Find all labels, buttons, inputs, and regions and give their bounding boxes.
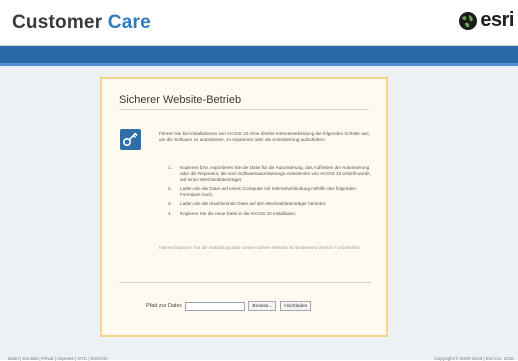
panel-title: Sicherer Website-Betrieb	[119, 94, 242, 106]
form-divider	[119, 282, 371, 283]
file-path-input[interactable]	[185, 301, 246, 311]
footer-copyright: Copyright © ESRI 2010 | Esri Inc. 2010	[434, 356, 514, 361]
brand-word-care: Care	[107, 12, 151, 33]
step-item: 3. Laden Sie die resultierende Datei auf…	[168, 201, 373, 207]
globe-icon	[459, 11, 478, 30]
brand-word-customer: Customer	[12, 12, 103, 33]
step-number: 2.	[168, 186, 172, 192]
step-number: 3.	[168, 201, 172, 207]
step-item: 2. Laden Sie die Datei auf einem Compute…	[168, 186, 373, 198]
file-path-label: Pfad zur Datei:	[146, 303, 183, 309]
step-number: 1.	[168, 165, 172, 170]
brand-title[interactable]: Customer Care	[12, 12, 151, 34]
step-item: 1. Kopieren bzw. exportieren Sie die Dat…	[168, 165, 373, 183]
secure-site-panel: Sicherer Website-Betrieb Führen Sie bei …	[100, 77, 388, 337]
esri-logo[interactable]: esri	[458, 9, 514, 32]
intro-text: Führen Sie bei Installationen von ArcGIS…	[159, 131, 370, 143]
upload-form: Pfad zur Datei: Browse... Hochladen	[146, 300, 315, 312]
browse-button[interactable]: Browse...	[248, 301, 277, 311]
page-body: Sicherer Website-Betrieb Führen Sie bei …	[0, 66, 518, 360]
step-text: Laden Sie die Datei auf einem Computer m…	[180, 186, 356, 198]
footer-links[interactable]: Datei | Kontakt | Privat | Impress | GTC…	[8, 356, 107, 361]
nav-bar	[0, 46, 518, 66]
step-text: Kopieren bzw. exportieren Sie die Datei …	[180, 165, 371, 183]
step-text: Laden Sie die resultierende Datei auf de…	[180, 201, 327, 207]
upload-button[interactable]: Hochladen	[280, 301, 312, 311]
step-text: Kopieren Sie die neue Datei in die ArcGI…	[180, 210, 297, 216]
step-item: 4. Kopieren Sie die neue Datei in die Ar…	[168, 211, 373, 217]
browser-note: Internet Explorer: Für die Abwicklung üb…	[159, 245, 361, 250]
step-number: 4.	[168, 210, 172, 216]
site-header: Customer Care esri	[0, 0, 518, 46]
title-divider	[119, 109, 369, 110]
key-icon	[120, 129, 141, 150]
logo-text: esri	[480, 9, 514, 31]
steps-list: 1. Kopieren bzw. exportieren Sie die Dat…	[168, 165, 373, 220]
